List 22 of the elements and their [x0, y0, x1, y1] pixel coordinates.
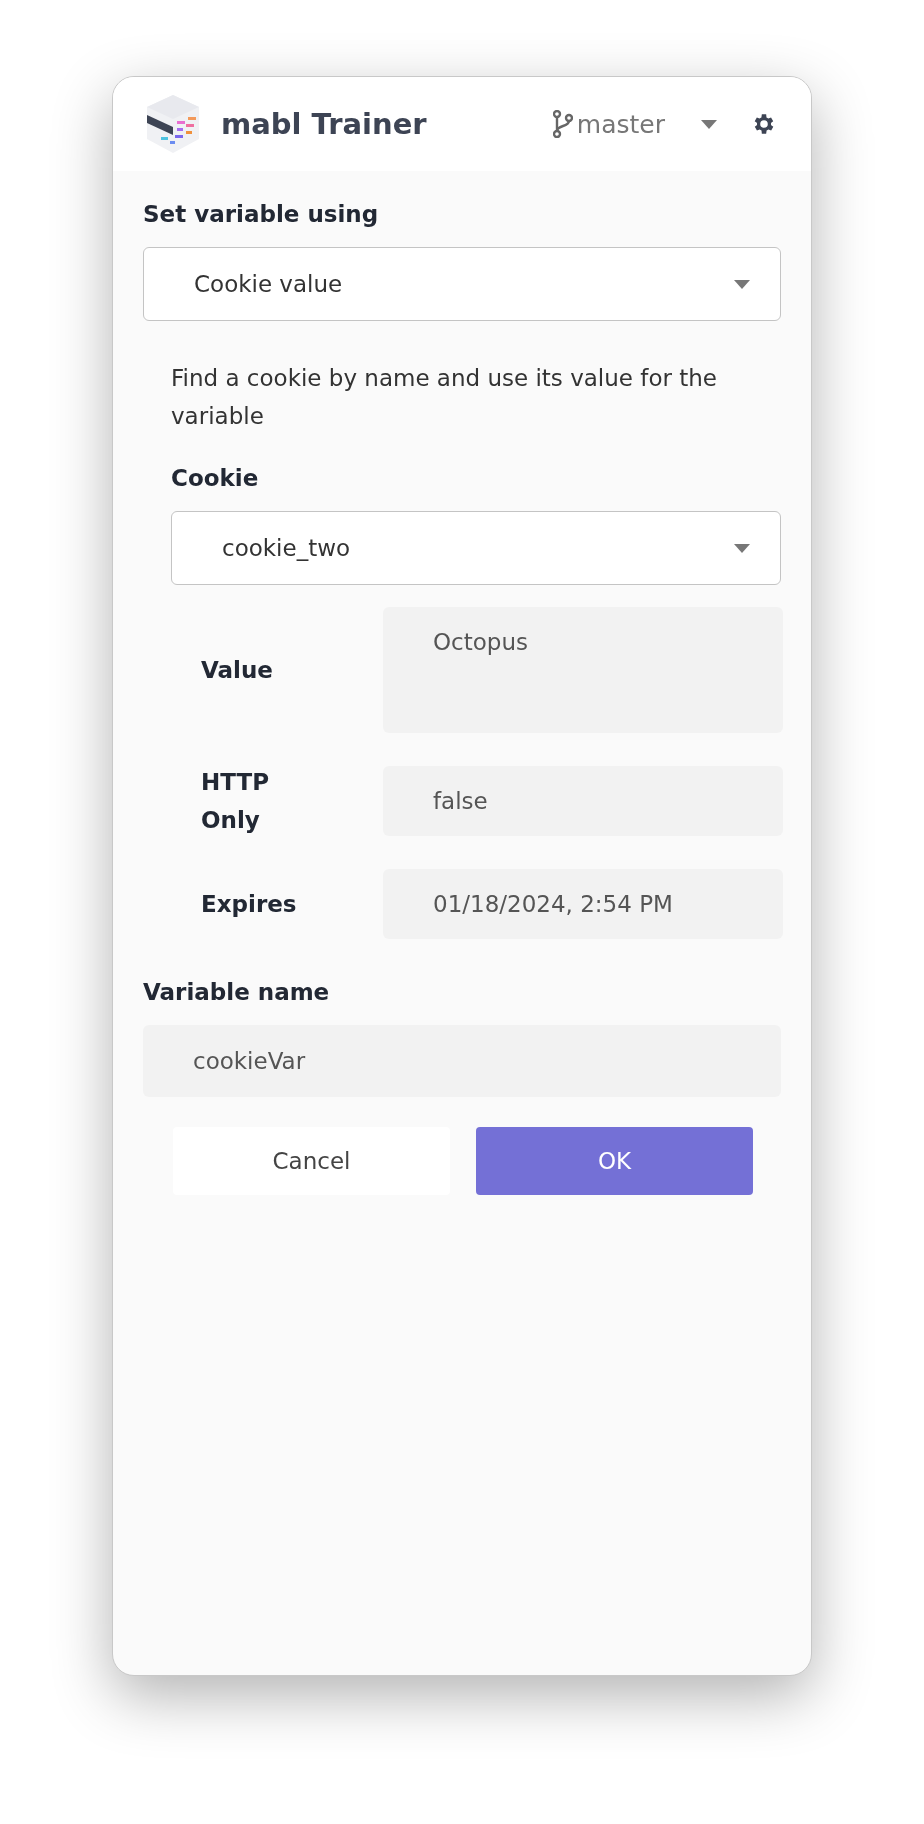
field-label: Set variable using [143, 201, 380, 227]
field-label: Value [201, 656, 274, 685]
cancel-button[interactable]: Cancel [173, 1127, 450, 1195]
field-label: HTTP Only [201, 768, 270, 835]
app-title: mabl Trainer [221, 107, 427, 141]
field-label: Variable name [143, 979, 331, 1005]
field-label: Cookie [171, 465, 260, 491]
readonly-field: Octopus [383, 607, 783, 733]
description-text: Find a cookie by name and use its value for the variable [171, 364, 718, 431]
caret-icon [734, 279, 750, 289]
caret-icon [734, 543, 750, 553]
variable-source-dropdown[interactable]: Cookie value [143, 247, 781, 321]
cookie-dropdown[interactable]: cookie_two [171, 511, 781, 585]
readonly-field: false [383, 766, 783, 836]
ok-button[interactable]: OK [476, 1127, 753, 1195]
branch-icon [552, 110, 573, 138]
field-label: Expires [201, 890, 298, 919]
caret-icon[interactable] [701, 119, 717, 129]
readonly-field: 01/18/2024, 2:54 PM [383, 869, 783, 939]
cube-logo-icon [145, 93, 201, 155]
variable-name-field[interactable]: cookieVar [143, 1025, 781, 1097]
branch-selector[interactable]: master [552, 109, 665, 139]
